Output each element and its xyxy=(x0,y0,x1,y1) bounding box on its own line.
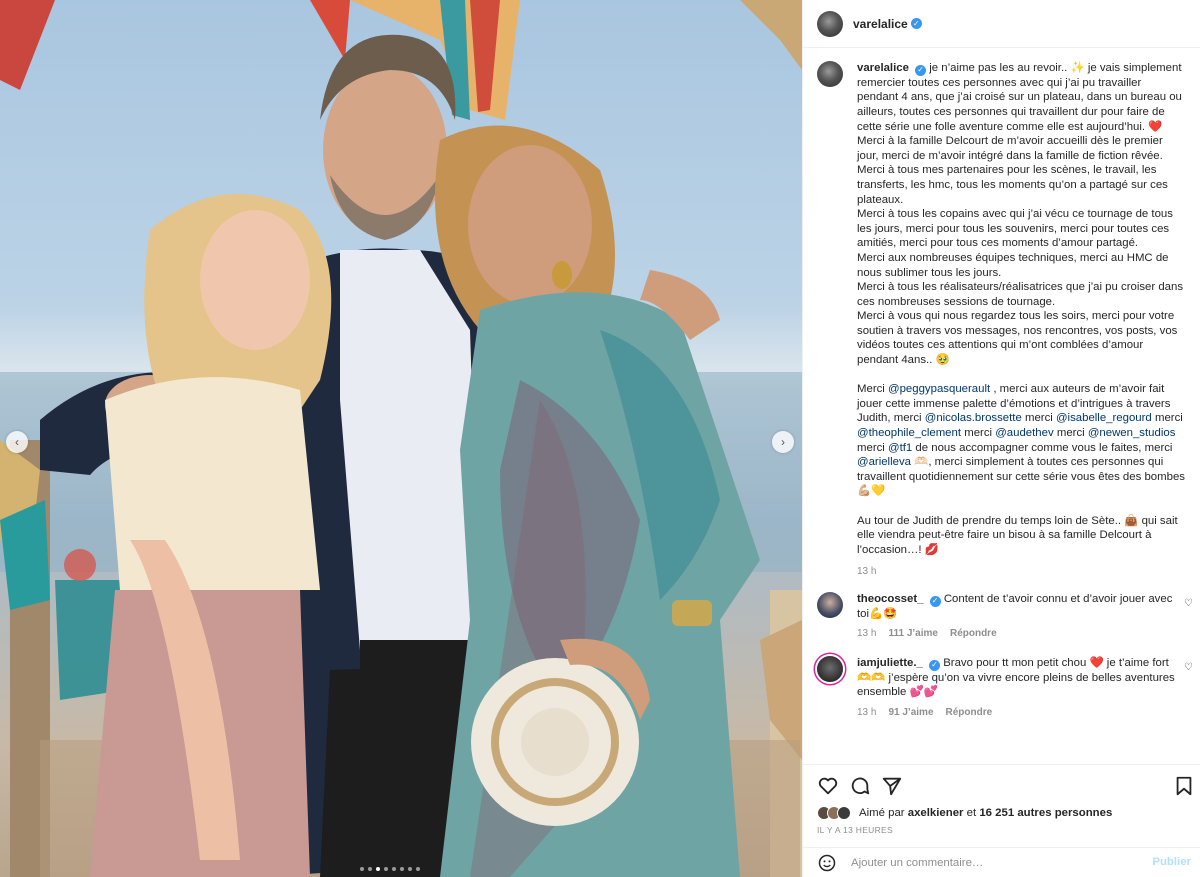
carousel-dot xyxy=(376,867,380,871)
caption-paragraph: Merci à tous les copains avec qui j’ai v… xyxy=(857,208,1173,250)
caption-timestamp: 13 h xyxy=(857,566,877,578)
comment-username[interactable]: iamjuliette._ xyxy=(857,657,923,669)
comment-likes[interactable]: 111 J’aime xyxy=(888,627,938,642)
author-username[interactable]: varelalice xyxy=(853,17,908,31)
carousel-dot xyxy=(416,867,420,871)
post-age: IL Y A 13 HEURES xyxy=(817,825,893,835)
likes-connector: et xyxy=(966,807,977,819)
heart-icon[interactable] xyxy=(817,775,839,797)
caption-avatar[interactable] xyxy=(817,61,843,87)
mention-link[interactable]: @theophile_clement xyxy=(857,427,961,439)
liker-username[interactable]: axelkiener xyxy=(908,807,964,819)
add-comment-bar: Publier xyxy=(803,847,1200,877)
comment-item: theocosset_ ✓ Content de t’avoir connu e… xyxy=(803,591,1200,642)
likes-count[interactable]: 16 251 autres personnes xyxy=(979,807,1112,819)
mention-link[interactable]: @nicolas.brossette xyxy=(925,412,1022,424)
author-avatar[interactable] xyxy=(817,10,843,37)
reply-button[interactable]: Répondre xyxy=(950,627,997,642)
carousel-dot xyxy=(408,867,412,871)
caption-paragraph: Merci à la famille Delcourt de m’avoir a… xyxy=(857,135,1163,162)
mention-link[interactable]: @peggypasquerault xyxy=(888,383,990,395)
share-icon[interactable] xyxy=(881,775,903,797)
carousel-next-button[interactable]: › xyxy=(772,431,794,453)
chevron-left-icon: ‹ xyxy=(15,435,19,449)
caption-mentions-paragraph: Merci @peggypasquerault , merci aux aute… xyxy=(857,383,1185,498)
comment-likes[interactable]: 91 J’aime xyxy=(888,706,933,721)
caption-paragraph: Merci à tous les réalisateurs/réalisatri… xyxy=(857,281,1184,308)
mention-link[interactable]: @audethev xyxy=(995,427,1053,439)
carousel-dots xyxy=(360,867,420,871)
add-comment-input[interactable] xyxy=(851,856,1141,869)
caption-username[interactable]: varelalice xyxy=(857,62,909,74)
comment-item: iamjuliette._ ✓ Bravo pour tt mon petit … xyxy=(803,655,1200,721)
mention-link[interactable]: @isabelle_regourd xyxy=(1056,412,1152,424)
post-header: varelalice ✓ xyxy=(803,0,1200,48)
verified-badge-icon: ✓ xyxy=(929,595,941,607)
verified-badge-icon: ✓ xyxy=(915,64,927,76)
verified-badge-icon: ✓ xyxy=(929,659,941,671)
caption-paragraph: Au tour de Judith de prendre du temps lo… xyxy=(857,514,1178,556)
carousel-dot xyxy=(384,867,388,871)
carousel-prev-button[interactable]: ‹ xyxy=(6,431,28,453)
instagram-post-view: ‹ › varelalice ✓ varelalice ✓ je n’aime … xyxy=(0,0,1200,877)
liker-avatars xyxy=(817,806,851,820)
publish-button[interactable]: Publier xyxy=(1152,856,1191,868)
emoji-icon[interactable] xyxy=(817,853,837,873)
carousel-dot xyxy=(368,867,372,871)
caption-paragraph: Merci à vous qui nous regardez tous les … xyxy=(857,310,1178,367)
mention-link[interactable]: @newen_studios xyxy=(1088,427,1176,439)
bookmark-icon[interactable] xyxy=(1173,775,1195,797)
likes-prefix: Aimé par xyxy=(859,807,905,819)
comments-scroll-area[interactable]: varelalice ✓ je n’aime pas les au revoir… xyxy=(803,49,1200,761)
caption-text: varelalice ✓ je n’aime pas les au revoir… xyxy=(857,61,1185,580)
comment-icon[interactable] xyxy=(849,775,871,797)
post-actions-bar xyxy=(803,764,1200,802)
likes-summary: Aimé par axelkiener et 16 251 autres per… xyxy=(817,806,1112,820)
verified-badge-icon: ✓ xyxy=(910,18,922,29)
mention-link[interactable]: @arielleva xyxy=(857,456,911,468)
chevron-right-icon: › xyxy=(781,435,785,449)
photo-illustration xyxy=(0,0,802,877)
reply-button[interactable]: Répondre xyxy=(946,706,993,721)
comment-like-heart-icon[interactable]: ♡ xyxy=(1184,662,1193,673)
post-side-panel: varelalice ✓ varelalice ✓ je n’aime pas … xyxy=(802,0,1200,877)
post-caption: varelalice ✓ je n’aime pas les au revoir… xyxy=(803,49,1200,580)
comment-avatar[interactable] xyxy=(817,655,843,682)
caption-paragraph: Merci aux nombreuses équipes techniques,… xyxy=(857,251,1169,279)
carousel-dot xyxy=(392,867,396,871)
comment-time: 13 h xyxy=(857,706,877,718)
mention-link[interactable]: @tf1 xyxy=(888,442,912,454)
carousel-dot xyxy=(360,867,364,871)
comment-username[interactable]: theocosset_ xyxy=(857,593,923,605)
caption-paragraph: Merci à tous mes partenaires pour les sc… xyxy=(857,164,1168,206)
carousel-dot xyxy=(400,867,404,871)
comment-avatar[interactable] xyxy=(817,591,843,618)
comment-time: 13 h xyxy=(857,628,877,640)
post-photo[interactable]: ‹ › xyxy=(0,0,802,877)
comment-like-heart-icon[interactable]: ♡ xyxy=(1184,598,1193,609)
